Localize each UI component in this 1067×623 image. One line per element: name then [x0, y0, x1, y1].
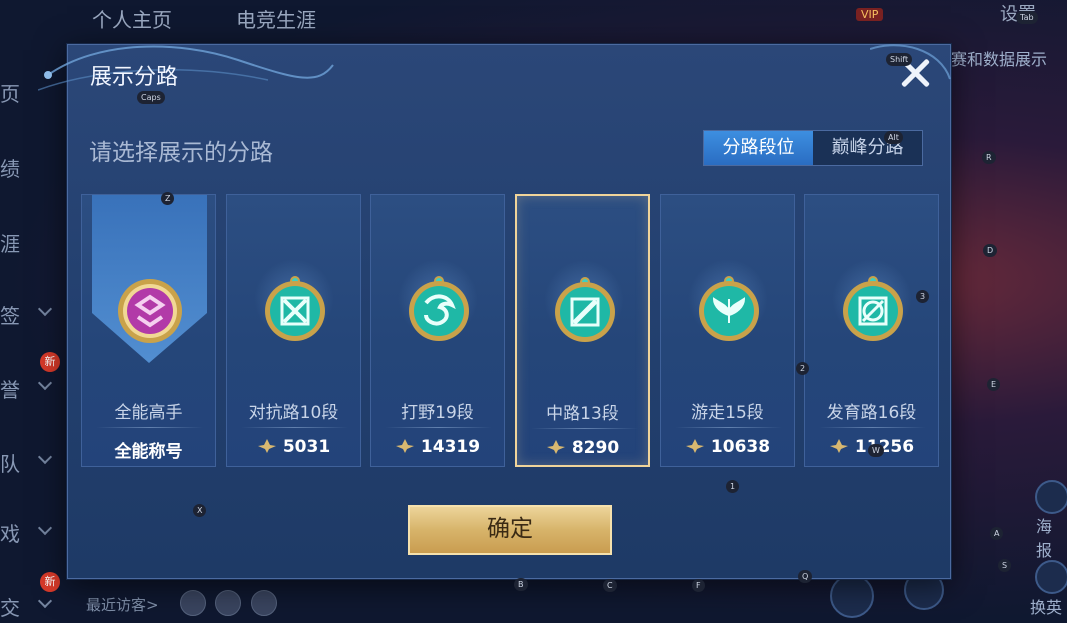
key-hint: A: [990, 527, 1004, 540]
card-value: 5031: [282, 437, 331, 457]
bg-right-label: 赛和数据展示: [951, 50, 1048, 69]
confirm-button[interactable]: 确定: [408, 505, 612, 555]
card-label: 打野19段: [401, 403, 474, 423]
key-hint: Tab: [1016, 11, 1038, 24]
card-value-row: 8290: [517, 438, 648, 458]
dialog-subtitle: 请选择展示的分路: [89, 140, 273, 166]
clash-lane-emblem-icon: [265, 276, 325, 341]
key-hint: Q: [798, 570, 813, 583]
card-label: 全能高手: [114, 403, 183, 423]
lane-card-clash[interactable]: 对抗路10段 5031: [226, 194, 361, 467]
bg-left-item[interactable]: 交: [0, 592, 20, 621]
key-hint: C: [603, 579, 617, 592]
background-top-tabs: 个人主页 电竞生涯 VIP 设置: [0, 0, 1067, 36]
lane-card-jungle[interactable]: 打野19段 14319: [370, 194, 505, 467]
new-badge: 新: [40, 352, 60, 372]
card-label: 中路13段: [546, 404, 619, 424]
bg-left-item[interactable]: 签: [0, 300, 20, 329]
card-value-row: 10638: [661, 437, 794, 457]
recent-visitors-link[interactable]: 最近访客>: [86, 594, 159, 615]
bg-left-item[interactable]: 页: [0, 78, 20, 107]
key-hint: Caps: [137, 91, 165, 104]
bg-poster-label: 海报: [1036, 517, 1053, 560]
divider: [819, 427, 926, 428]
chevron-down-icon: [37, 593, 53, 609]
avatar[interactable]: [215, 590, 241, 616]
divider: [385, 427, 492, 428]
bg-left-item[interactable]: 誉: [0, 374, 20, 403]
key-hint: W: [868, 444, 884, 457]
card-value-row: 14319: [371, 437, 504, 457]
card-label: 发育路16段: [826, 403, 917, 423]
avatar[interactable]: [251, 590, 277, 616]
bg-swap-label: 换英: [1030, 598, 1063, 617]
tab-peak-lane[interactable]: 巅峰分路: [813, 131, 922, 165]
rank-points-icon: [546, 440, 565, 454]
key-hint: R: [982, 151, 996, 164]
rank-points-icon: [257, 439, 276, 453]
vip-badge: VIP: [856, 8, 884, 21]
card-value: 8290: [571, 438, 620, 458]
jungle-emblem-icon: [409, 276, 469, 341]
card-value: 全能称号: [114, 442, 183, 462]
bg-left-item[interactable]: 戏: [0, 518, 20, 547]
divider: [675, 427, 782, 428]
lane-cards: 全能高手 全能称号 对抗路10段 5031 打野19段 14319 中路13段 …: [81, 194, 941, 468]
key-hint: B: [514, 578, 528, 591]
divider: [531, 428, 638, 429]
decorative-swirl-icon: [38, 45, 334, 91]
divider: [96, 427, 203, 428]
card-value-row: 5031: [227, 437, 360, 457]
bg-tab-esports[interactable]: 电竞生涯: [236, 4, 316, 33]
rank-points-icon: [395, 439, 414, 453]
chevron-down-icon: [37, 301, 53, 317]
bg-tab-profile[interactable]: 个人主页: [92, 4, 172, 33]
card-value: 10638: [710, 437, 771, 457]
dialog-title: 展示分路: [90, 65, 179, 90]
lane-display-dialog: 展示分路 请选择展示的分路 分路段位 巅峰分路 全能高手 全能称号 对抗路10段…: [38, 44, 951, 579]
chevron-down-icon: [37, 520, 53, 536]
key-hint: 2: [796, 362, 810, 375]
rank-points-icon: [685, 439, 704, 453]
bg-left-item[interactable]: 队: [0, 448, 20, 477]
poster-icon[interactable]: [1035, 480, 1067, 514]
roam-emblem-icon: [699, 276, 759, 341]
divider: [241, 427, 348, 428]
card-value: 11256: [854, 437, 915, 457]
bg-left-item[interactable]: 涯: [0, 228, 20, 257]
card-label: 对抗路10段: [248, 403, 339, 423]
key-hint: 1: [726, 480, 740, 493]
card-value: 14319: [420, 437, 481, 457]
lane-card-all-round[interactable]: 全能高手 全能称号: [81, 194, 216, 467]
tab-lane-rank[interactable]: 分路段位: [704, 131, 813, 165]
key-hint: Alt: [884, 131, 903, 144]
farm-lane-emblem-icon: [843, 276, 903, 341]
lane-card-roam[interactable]: 游走15段 10638: [660, 194, 795, 467]
chevron-down-icon: [37, 449, 53, 465]
key-hint: 3: [916, 290, 930, 303]
key-hint: D: [983, 244, 998, 257]
key-hint: Shift: [886, 53, 913, 66]
key-hint: F: [692, 579, 705, 592]
key-hint: S: [998, 559, 1012, 572]
bg-left-item[interactable]: 绩: [0, 153, 20, 182]
mid-lane-emblem-icon: [555, 277, 615, 342]
chevron-down-icon: [37, 375, 53, 391]
card-label: 游走15段: [691, 403, 764, 423]
swap-hero-icon[interactable]: [1035, 560, 1067, 594]
upload-icon[interactable]: [830, 574, 874, 618]
avatar[interactable]: [180, 590, 206, 616]
lane-card-mid[interactable]: 中路13段 8290: [515, 194, 650, 467]
new-badge: 新: [40, 572, 60, 592]
key-hint: E: [987, 378, 1001, 391]
background-left-menu: 页 绩 涯 签 新 誉 队 戏 新 交: [0, 40, 62, 623]
rank-points-icon: [829, 439, 848, 453]
lane-card-farm[interactable]: 发育路16段 11256: [804, 194, 939, 467]
all-round-emblem-icon: [118, 279, 182, 343]
